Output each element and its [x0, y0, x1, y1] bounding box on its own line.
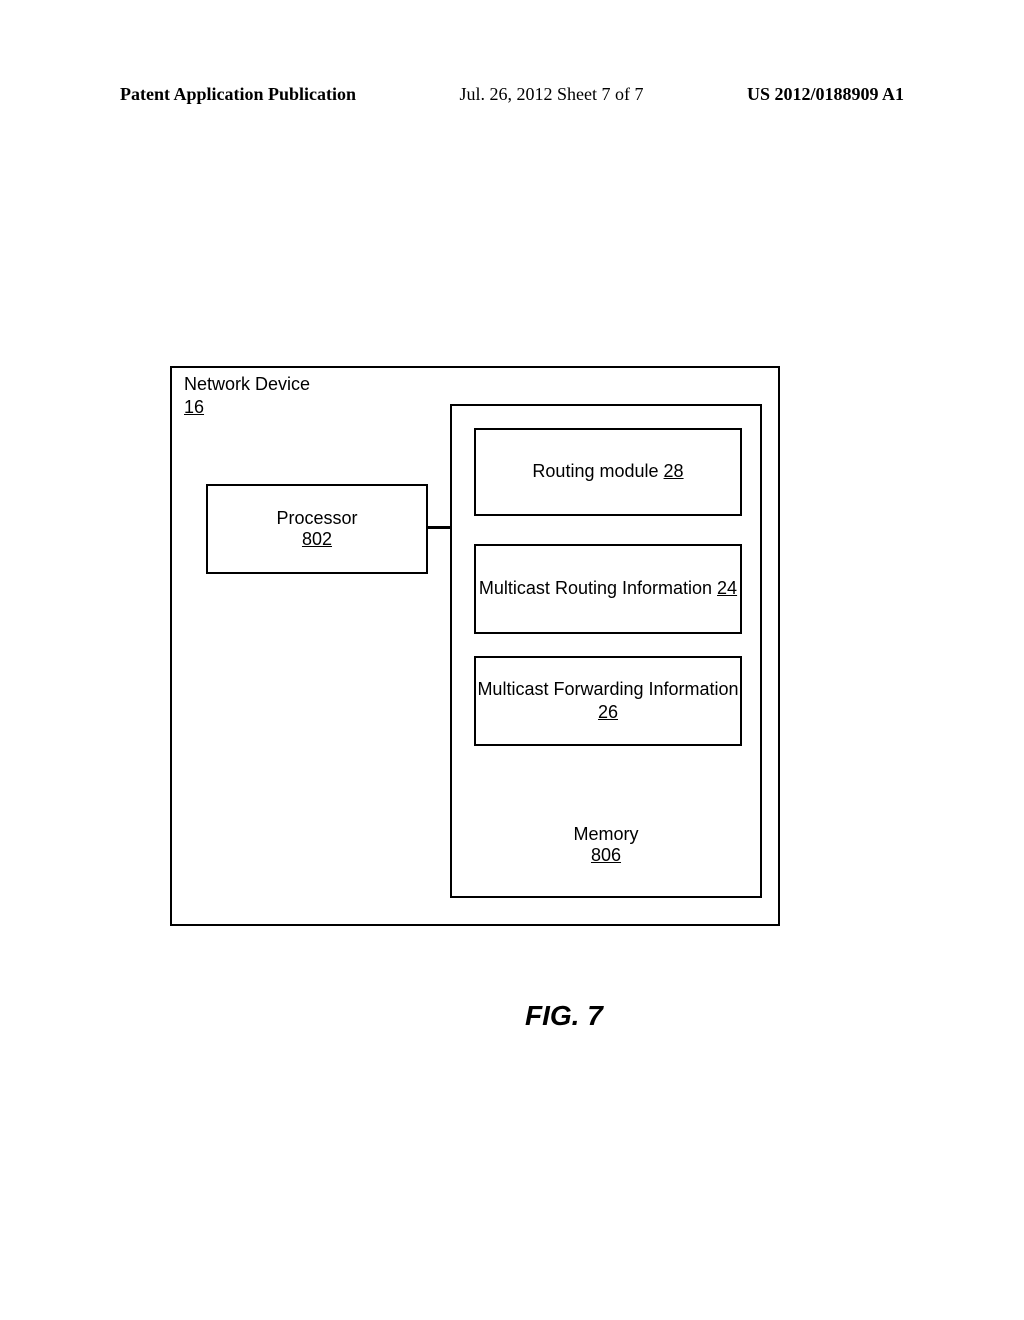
- memory-ref-number: 806: [452, 845, 760, 866]
- header-left: Patent Application Publication: [120, 84, 356, 105]
- multicast-routing-text: Multicast Routing Information 24: [479, 577, 737, 600]
- processor-ref-number: 802: [302, 529, 332, 550]
- memory-label-text: Memory: [573, 824, 638, 844]
- multicast-routing-box: Multicast Routing Information 24: [474, 544, 742, 634]
- multicast-forwarding-box: Multicast Forwarding Information 26: [474, 656, 742, 746]
- multicast-forwarding-label: Multicast Forwarding Information: [477, 679, 738, 699]
- device-label-text: Network Device: [184, 374, 310, 394]
- routing-module-label: Routing module: [532, 461, 658, 481]
- multicast-forwarding-ref: 26: [598, 702, 618, 722]
- routing-module-text: Routing module 28: [532, 460, 683, 483]
- routing-module-box: Routing module 28: [474, 428, 742, 516]
- network-device-box: Network Device 16 Processor 802 Routing …: [170, 366, 780, 926]
- figure-caption: FIG. 7: [525, 1000, 603, 1032]
- multicast-routing-ref: 24: [717, 578, 737, 598]
- device-ref-number: 16: [184, 397, 310, 418]
- memory-label-block: Memory 806: [452, 824, 760, 866]
- page-header: Patent Application Publication Jul. 26, …: [120, 84, 904, 105]
- multicast-routing-label: Multicast Routing Information: [479, 578, 712, 598]
- header-right: US 2012/0188909 A1: [747, 84, 904, 105]
- header-center: Jul. 26, 2012 Sheet 7 of 7: [460, 84, 644, 105]
- processor-box: Processor 802: [206, 484, 428, 574]
- multicast-forwarding-text: Multicast Forwarding Information 26: [476, 678, 740, 725]
- network-device-label: Network Device 16: [184, 374, 310, 418]
- routing-module-ref: 28: [664, 461, 684, 481]
- memory-box: Routing module 28 Multicast Routing Info…: [450, 404, 762, 898]
- processor-label: Processor: [276, 508, 357, 529]
- connector-line: [428, 526, 450, 529]
